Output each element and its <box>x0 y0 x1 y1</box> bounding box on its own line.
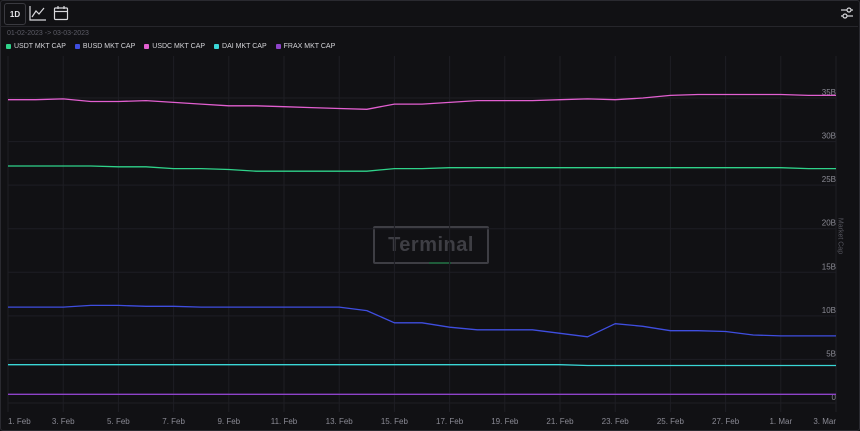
series-line-usdt <box>8 165 836 172</box>
x-tick-label: 1. Mar <box>769 417 792 426</box>
y-tick-label: 5B <box>826 349 836 358</box>
x-tick-label: 23. Feb <box>602 417 630 426</box>
series-line-usdc <box>8 93 836 110</box>
y-tick-label: 10B <box>822 306 836 315</box>
x-tick-label: 19. Feb <box>491 417 519 426</box>
x-tick-label: 7. Feb <box>162 417 185 426</box>
y-tick-label: 20B <box>822 219 836 228</box>
x-tick-label: 3. Mar <box>813 417 836 426</box>
y-tick-label: 25B <box>822 175 836 184</box>
series-line-busd <box>8 304 836 338</box>
y-tick-label: 30B <box>822 132 836 141</box>
series-line-dai <box>8 364 836 367</box>
y-tick-label: 15B <box>822 262 836 271</box>
x-tick-label: 11. Feb <box>271 417 298 426</box>
x-tick-label: 9. Feb <box>217 417 240 426</box>
line-chart-plot: 05B10B15B20B25B30B35B1. Feb 3. Feb 5. Feb 7… <box>7 56 837 426</box>
x-tick-label: 3. Feb <box>52 417 75 426</box>
x-tick-label: 25. Feb <box>657 417 685 426</box>
x-tick-label: 1. Feb <box>8 417 31 426</box>
x-tick-label: 5. Feb <box>107 417 130 426</box>
y-axis-label: Market Cap <box>836 217 844 255</box>
x-tick-label: 15. Feb <box>381 417 409 426</box>
x-tick-label: 21. Feb <box>546 417 574 426</box>
x-tick-label: 17. Feb <box>436 417 464 426</box>
x-tick-label: 27. Feb <box>712 417 740 426</box>
x-tick-label: 13. Feb <box>326 417 354 426</box>
